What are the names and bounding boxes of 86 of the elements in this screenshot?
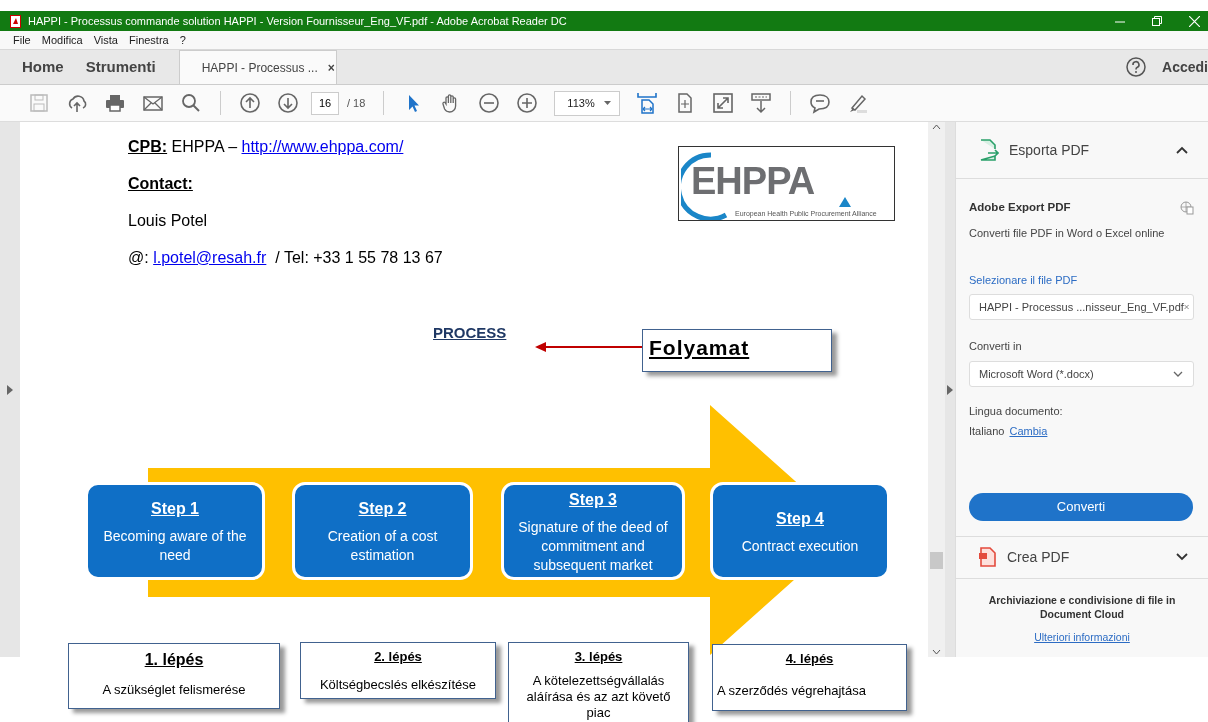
annotation-text: A szükséglet felismerése [101,682,247,698]
section-title: Esporta PDF [1009,140,1090,160]
fit-width-icon[interactable] [636,92,659,114]
field-label: Lingua documento: [969,403,1064,419]
restore-icon[interactable] [1152,15,1163,27]
field-label: Converti in [969,339,1023,355]
language-text: Italiano [969,424,1005,440]
body-text: @: [128,249,150,266]
menu-item[interactable]: Vista [93,31,118,49]
annotation-title: 2. lépés [373,648,423,666]
menu-item[interactable]: File [13,31,31,49]
menu-item[interactable]: Modifica [41,31,83,49]
page-number-field[interactable]: 16 [311,91,339,115]
sign-in-link[interactable]: Accedi [1162,56,1208,78]
file-field[interactable]: HAPPI - Processus ...nisseur_Eng_VF.pdf [969,294,1194,321]
step-description: Becoming aware of the need [102,527,248,565]
menu-item[interactable]: ? [179,31,186,49]
web-link[interactable]: http://www.ehppa.com/ [241,138,404,155]
annotation-title: 3. lépés [573,648,624,666]
step-description: Creation of a cost estimation [326,527,439,565]
logo-name: EHPPA [691,161,815,201]
print-icon[interactable] [104,92,126,114]
caret-icon [604,101,612,105]
help-icon[interactable] [1126,57,1147,77]
scroll-up-icon[interactable] [932,124,941,130]
arrow-up-circle-icon[interactable] [239,92,261,114]
section-title: Crea PDF [1007,547,1070,567]
chevron-down-icon[interactable] [1176,553,1188,562]
body-text: EHPPA – [170,138,239,155]
annotation-heading: Folyamat [649,336,750,359]
label-text: Contact: [128,175,193,192]
annotation-title: 1. lépés [143,650,205,670]
arrow-down-circle-icon[interactable] [277,92,299,114]
panel-section-header[interactable]: Esporta PDF [956,122,1208,179]
close-tab-button[interactable]: × [327,58,335,77]
window-title: HAPPI - Processus commande solution HAPPI - Version Fournisseur_Eng_VF.pdf - Adobe Acrobat Reader DC [28,13,567,29]
export-file-icon [979,139,999,161]
page-count: / 18 [347,95,366,111]
menu-item[interactable]: Finestra [128,31,169,49]
chevron-up-icon[interactable] [1176,146,1188,154]
zoom-dropdown[interactable]: 113% [554,90,621,116]
expand-left-icon[interactable] [7,384,13,395]
close-icon[interactable] [1189,15,1200,27]
zoom-in-icon[interactable] [516,92,539,114]
step-title: Step 3 [568,489,618,510]
zoom-out-icon[interactable] [478,92,501,114]
cloud-upload-icon[interactable] [66,92,88,114]
annotation-text: A kötelezettségvállalás aláírása és az azt követő piac [525,672,672,721]
more-info-link[interactable]: Ulteriori informazioni [1034,630,1130,643]
comment-icon[interactable] [809,92,832,114]
email-link[interactable]: l.potel@resah.fr [153,249,267,266]
step-description: Signature of the deed of commitment and subsequent market [517,517,669,575]
expand-right-icon[interactable] [947,384,953,395]
nav-tab[interactable]: Strumenti [74,50,167,84]
change-link[interactable]: Cambia [1009,423,1048,440]
scrollbar-thumb[interactable] [930,552,943,569]
annotation-text: A szerződés végrehajtása [717,682,867,699]
convert-button[interactable]: Converti [969,492,1193,521]
document-tab[interactable]: HAPPI - Processus ... × [178,50,337,84]
field-label: Selezionare il file PDF [969,272,1079,288]
create-pdf-icon [979,547,997,568]
chevron-down-icon[interactable] [1173,370,1183,377]
step-title: Step 4 [775,508,825,529]
description-text: Converti file PDF in Word o Excel online [969,226,1166,242]
format-dropdown[interactable]: Microsoft Word (*.docx) [969,360,1194,387]
nav-tab[interactable]: Home [0,50,75,84]
service-title: Adobe Export PDF [969,200,1071,215]
scroll-mode-icon[interactable] [750,92,773,114]
heading-text: PROCESS [433,324,507,341]
step-title: Step 2 [357,499,408,519]
cloud-text: Archiviazione e condivisione di file in Document Cloud [987,592,1177,621]
label-text: CPB: [128,138,168,155]
body-text: / Tel: +33 1 55 78 13 67 [275,249,443,266]
globe-document-icon [1180,200,1194,215]
search-icon[interactable] [180,92,202,114]
panel-section-header[interactable]: Crea PDF [956,535,1208,579]
step-title: Step 1 [150,499,200,519]
full-screen-icon[interactable] [712,92,735,114]
scroll-down-icon[interactable] [932,649,941,655]
triangle-icon [839,197,851,207]
step-description: Contract execution [740,536,860,556]
annotation-text: Költségbecslés elkészítése [318,676,478,693]
highlighter-icon[interactable] [847,92,870,114]
annotation-title: 4. lépés [784,650,835,668]
pdf-file-icon [10,14,22,28]
body-text: Louis Potel [128,212,208,229]
